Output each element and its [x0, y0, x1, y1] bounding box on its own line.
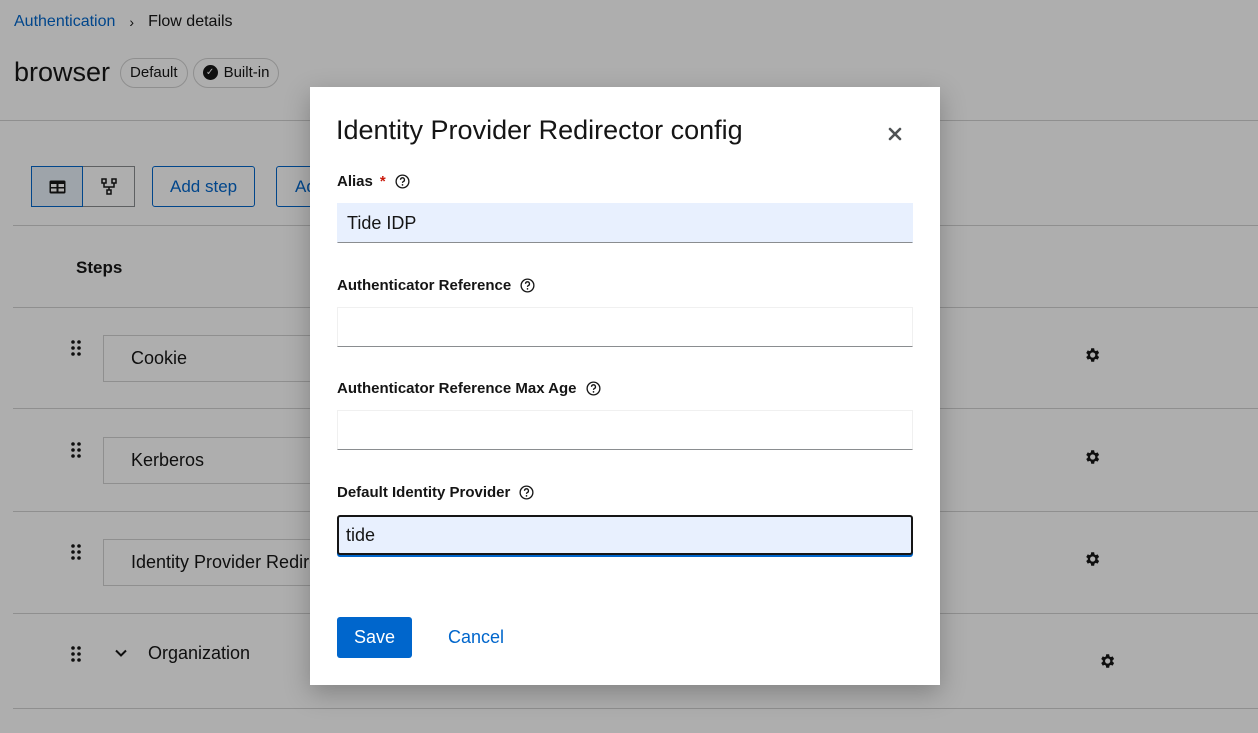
question-circle-icon[interactable]	[395, 174, 410, 189]
auth-reference-input[interactable]	[337, 307, 913, 347]
alias-label-text: Alias	[337, 173, 373, 190]
default-idp-label-text: Default Identity Provider	[337, 484, 511, 501]
default-idp-label: Default Identity Provider	[337, 484, 534, 501]
question-circle-icon[interactable]	[585, 381, 601, 396]
auth-reference-max-age-label-text: Authenticator Reference Max Age	[337, 380, 577, 397]
required-indicator: *	[379, 173, 386, 190]
auth-reference-label-text: Authenticator Reference	[337, 277, 512, 294]
close-icon	[888, 127, 902, 141]
auth-reference-label: Authenticator Reference	[337, 277, 535, 294]
question-circle-icon[interactable]	[519, 485, 534, 500]
auth-reference-max-age-input[interactable]	[337, 410, 913, 450]
auth-reference-max-age-label: Authenticator Reference Max Age	[337, 380, 601, 397]
default-idp-input[interactable]	[337, 515, 913, 555]
alias-label: Alias *	[337, 173, 410, 190]
close-button[interactable]	[884, 123, 906, 145]
alias-input[interactable]	[337, 203, 913, 243]
modal-title: Identity Provider Redirector config	[336, 115, 743, 145]
config-modal: Identity Provider Redirector config Alia…	[310, 87, 940, 685]
cancel-button[interactable]: Cancel	[448, 617, 504, 658]
save-button[interactable]: Save	[337, 617, 412, 658]
question-circle-icon[interactable]	[520, 278, 535, 293]
